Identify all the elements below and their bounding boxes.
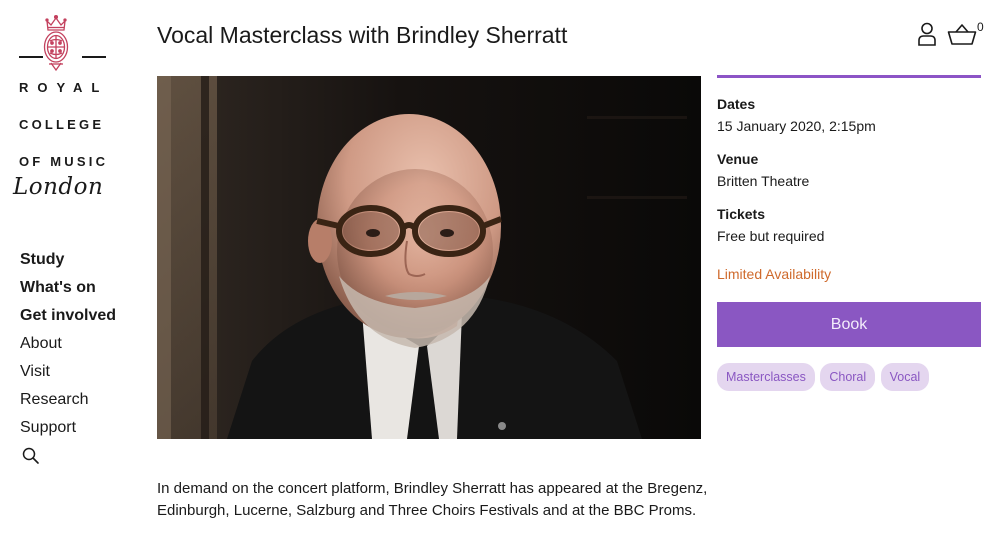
tickets-block: Tickets Free but required <box>717 205 981 246</box>
event-intro-text: In demand on the concert platform, Brind… <box>157 480 708 519</box>
nav-item-about[interactable]: About <box>20 330 116 358</box>
availability-status: Limited Availability <box>717 266 832 282</box>
nav-item-visit[interactable]: Visit <box>20 358 116 386</box>
basket-button[interactable]: 0 <box>947 20 991 48</box>
basket-count: 0 <box>977 20 984 34</box>
dates-label: Dates <box>717 96 756 112</box>
main-nav: Study What's on Get involved About Visit… <box>20 246 116 442</box>
person-icon[interactable] <box>917 22 937 46</box>
venue-block: Venue Britten Theatre <box>717 150 981 191</box>
tag-masterclasses[interactable]: Masterclasses <box>717 363 815 391</box>
book-button[interactable]: Book <box>717 302 981 347</box>
tag-list: Masterclasses Choral Vocal <box>717 363 981 391</box>
logo-word-royal: ROYAL <box>19 80 109 95</box>
logo-word-london: London <box>13 174 104 200</box>
page-title: Vocal Masterclass with Brindley Sherratt <box>157 22 568 48</box>
nav-item-get-involved[interactable]: Get involved <box>20 302 116 330</box>
dates-value: 15 January 2020, 2:15pm <box>717 118 876 134</box>
logo-rule-right <box>82 56 106 58</box>
logo-rule-left <box>19 56 43 58</box>
venue-label: Venue <box>717 151 759 167</box>
logo-word-college: COLLEGE <box>19 117 105 132</box>
panel-accent-rule <box>717 75 981 78</box>
search-icon[interactable] <box>22 447 40 465</box>
tickets-value: Free but required <box>717 228 825 244</box>
nav-item-support[interactable]: Support <box>20 414 116 442</box>
basket-icon <box>947 24 977 45</box>
nav-item-study[interactable]: Study <box>20 246 116 274</box>
logo-crest <box>16 14 106 74</box>
venue-value: Britten Theatre <box>717 173 810 189</box>
nav-item-whats-on[interactable]: What's on <box>20 274 116 302</box>
tag-vocal[interactable]: Vocal <box>880 363 930 391</box>
event-info-panel: Dates 15 January 2020, 2:15pm Venue Brit… <box>717 75 981 391</box>
logo-word-of-music: OF MUSIC <box>19 154 109 169</box>
tickets-label: Tickets <box>717 206 765 222</box>
site-logo[interactable]: ROYAL COLLEGE OF MUSIC London <box>13 14 109 200</box>
hero-portrait-image <box>157 76 701 439</box>
tag-choral[interactable]: Choral <box>820 363 876 391</box>
nav-item-research[interactable]: Research <box>20 386 116 414</box>
royal-crest-icon <box>43 14 69 72</box>
dates-block: Dates 15 January 2020, 2:15pm <box>717 95 981 136</box>
